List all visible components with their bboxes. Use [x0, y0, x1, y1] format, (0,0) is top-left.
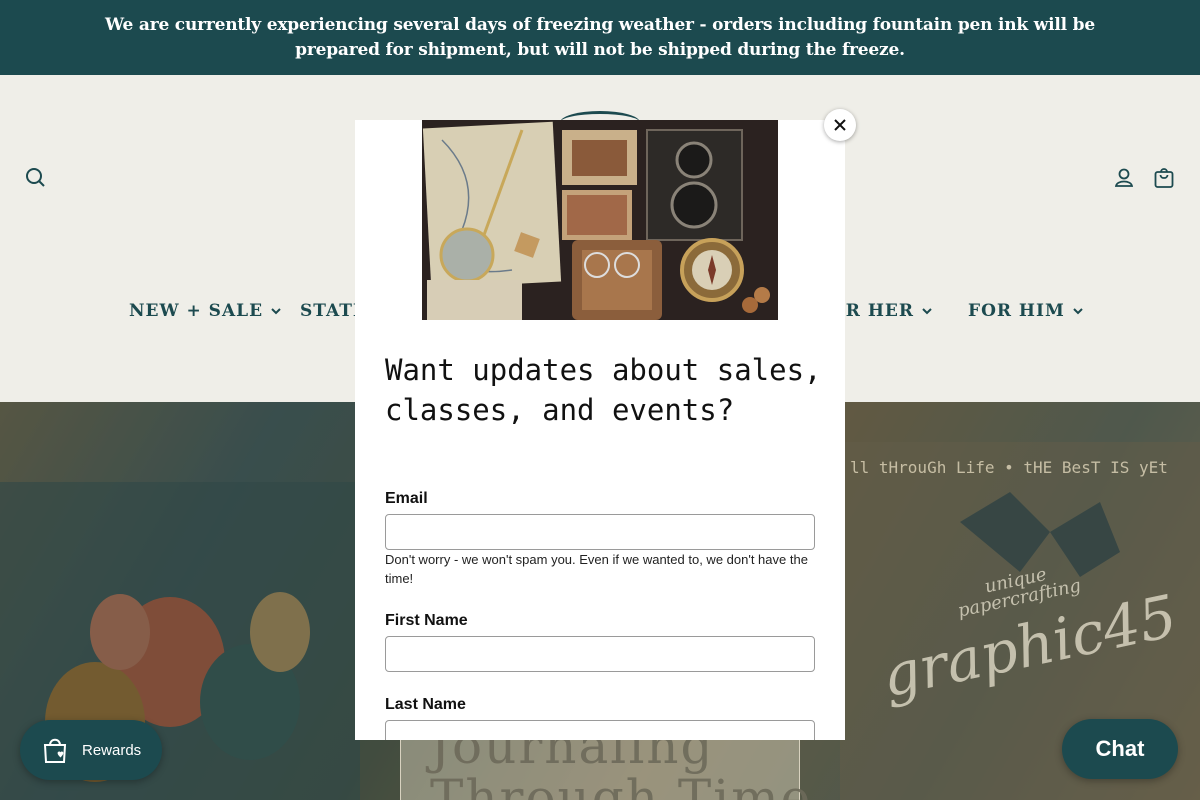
- announcement-bar: We are currently experiencing several da…: [0, 0, 1200, 75]
- hero-ticker: ll tHrouGh Life • tHE BesT IS yEt: [850, 458, 1168, 477]
- signup-modal: Want updates about sales, classes, and e…: [355, 120, 845, 740]
- last-name-label: Last Name: [385, 696, 466, 713]
- first-name-field[interactable]: [385, 636, 815, 672]
- last-name-field[interactable]: [385, 720, 815, 740]
- nav-item-label: STATI: [300, 301, 362, 321]
- rewards-label: Rewards: [82, 741, 142, 759]
- close-button[interactable]: [824, 109, 856, 141]
- account-icon[interactable]: [1112, 166, 1136, 190]
- modal-heading: Want updates about sales, classes, and e…: [385, 353, 822, 427]
- rewards-button[interactable]: Rewards: [20, 720, 162, 780]
- chat-button[interactable]: Chat: [1062, 719, 1178, 779]
- first-name-label: First Name: [385, 612, 468, 629]
- nav-item-label: FOR HIM: [968, 301, 1065, 321]
- nav-item-label: NEW + SALE: [129, 301, 264, 321]
- nav-item-for-her[interactable]: OR HER: [830, 301, 934, 321]
- chevron-down-icon: [1073, 308, 1083, 315]
- email-label: Email: [385, 490, 428, 507]
- search-icon[interactable]: [24, 166, 48, 190]
- chevron-down-icon: [271, 308, 281, 315]
- cart-icon[interactable]: [1152, 166, 1176, 190]
- nav-item-new-sale[interactable]: NEW + SALE: [129, 301, 283, 321]
- nav-item-for-him[interactable]: FOR HIM: [968, 301, 1085, 321]
- announcement-text: We are currently experiencing several da…: [105, 14, 1095, 60]
- modal-image: [422, 120, 778, 320]
- email-field[interactable]: [385, 514, 815, 550]
- nav-item-stationery[interactable]: STATI: [300, 301, 362, 321]
- chevron-down-icon: [922, 308, 932, 315]
- chat-label: Chat: [1095, 736, 1145, 761]
- close-icon: [834, 119, 846, 131]
- email-help-text: Don't worry - we won't spam you. Even if…: [385, 552, 808, 586]
- shopping-bag-heart-icon: [43, 738, 67, 763]
